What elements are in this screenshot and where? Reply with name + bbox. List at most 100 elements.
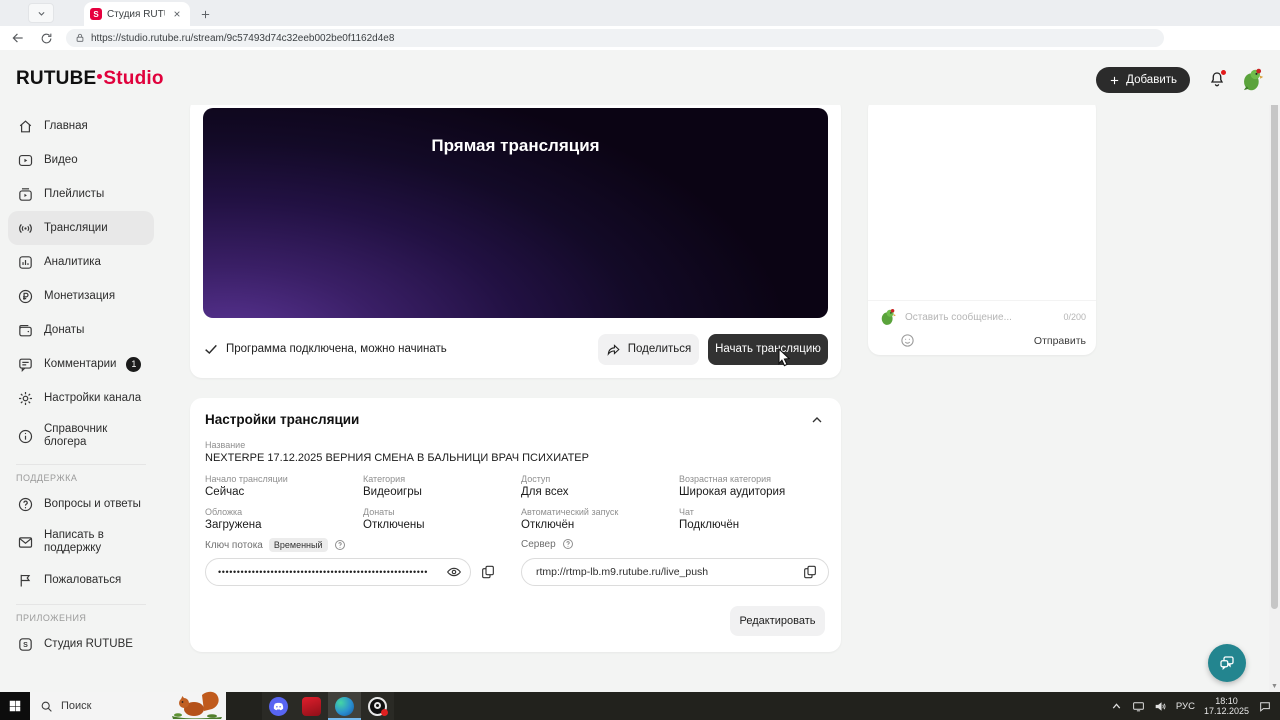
- settings-fields-grid: Начало трансляции Сейчас Категория Видеоиг…: [205, 474, 825, 531]
- url-field[interactable]: https://studio.rutube.ru/stream/9c57493d…: [66, 29, 1164, 47]
- settings-field: Категория Видеоигры: [363, 474, 521, 498]
- copy-key-icon[interactable]: [480, 564, 496, 580]
- notifications-button[interactable]: [1208, 69, 1228, 91]
- edge-browser-icon: [335, 696, 354, 716]
- sidebar-item-donations[interactable]: Донаты: [8, 313, 154, 347]
- channel-avatar[interactable]: [1239, 66, 1266, 93]
- send-message-button[interactable]: Отправить: [1034, 335, 1086, 347]
- sidebar-item-label: Монетизация: [44, 289, 116, 302]
- sidebar-item-studio-app[interactable]: S Студия RUTUBE: [8, 627, 154, 661]
- support-chat-fab[interactable]: [1208, 644, 1246, 682]
- page-scrollbar[interactable]: ▲ ▼: [1269, 50, 1280, 692]
- tab-actions-button[interactable]: [28, 3, 54, 23]
- sidebar-item-label: Видео: [44, 153, 78, 166]
- taskbar-app-discord[interactable]: [262, 692, 295, 720]
- refresh-button[interactable]: [36, 28, 56, 48]
- rutube-studio-logo[interactable]: RUTUBE Studio: [16, 68, 164, 90]
- search-placeholder: Поиск: [61, 700, 92, 712]
- sidebar-item-monetization[interactable]: Монетизация: [8, 279, 154, 313]
- server-field[interactable]: rtmp://rtmp-lb.m9.rutube.ru/live_push: [521, 558, 829, 586]
- field-label: Автоматический запуск: [521, 507, 619, 517]
- server-row: Сервер: [521, 538, 574, 550]
- taskbar-app-obs[interactable]: [361, 692, 394, 720]
- clock[interactable]: 18:10 17.12.2025: [1204, 696, 1249, 716]
- stream-status-row: Программа подключена, можно начинать Под…: [203, 333, 828, 365]
- field-label: Чат: [679, 507, 694, 517]
- field-label: Категория: [363, 474, 406, 484]
- sidebar-item-faq[interactable]: Вопросы и ответы: [8, 487, 154, 521]
- start-button[interactable]: [0, 692, 30, 720]
- check-icon: [203, 341, 219, 357]
- sidebar-item-blogger-guide[interactable]: Справочник блогера: [8, 415, 154, 457]
- sidebar-item-comments[interactable]: Комментарии 1: [8, 347, 154, 381]
- mail-icon: [16, 533, 34, 551]
- emoji-icon[interactable]: [900, 333, 915, 348]
- sidebar-section-apps: ПРИЛОЖЕНИЯ: [16, 613, 87, 623]
- volume-icon[interactable]: [1154, 700, 1167, 713]
- share-button[interactable]: Поделиться: [598, 333, 699, 365]
- help-icon[interactable]: [562, 538, 574, 550]
- scrollbar-thumb[interactable]: [1271, 64, 1278, 609]
- start-stream-label: Начать трансляцию: [715, 343, 821, 355]
- stream-key-masked-value: ••••••••••••••••••••••••••••••••••••••••…: [218, 567, 429, 577]
- stream-key-badge: Временный: [268, 538, 328, 552]
- sidebar-item-label: Плейлисты: [44, 187, 105, 200]
- taskbar-apps: [262, 692, 394, 720]
- sidebar-item-label: Комментарии: [44, 357, 117, 370]
- field-label: Доступ: [521, 474, 551, 484]
- sidebar-item-channel-settings[interactable]: Настройки канала: [8, 381, 154, 415]
- tab-close-icon[interactable]: [170, 7, 184, 21]
- taskbar-app-red[interactable]: [295, 692, 328, 720]
- settings-field: Автоматический запуск Отключён: [521, 507, 679, 531]
- field-label: Обложка: [205, 507, 243, 517]
- field-label: Донаты: [363, 507, 395, 517]
- language-indicator[interactable]: РУС: [1176, 701, 1195, 712]
- show-key-eye-icon[interactable]: [446, 564, 462, 580]
- gear-icon: [16, 389, 34, 407]
- action-center-icon[interactable]: [1258, 700, 1272, 713]
- start-stream-button[interactable]: Начать трансляцию: [708, 333, 828, 365]
- tab-strip: S Студия RUTUBE: [0, 0, 1280, 26]
- browser-tab[interactable]: S Студия RUTUBE: [84, 2, 190, 26]
- sidebar-item-analytics[interactable]: Аналитика: [8, 245, 154, 279]
- screen: S Студия RUTUBE https://studio.rutube.ru…: [0, 0, 1280, 720]
- taskbar-app-edge[interactable]: [328, 692, 361, 720]
- back-button[interactable]: [8, 28, 28, 48]
- copy-server-icon[interactable]: [802, 564, 818, 580]
- connection-status-text: Программа подключена, можно начинать: [226, 343, 447, 355]
- chat-message-input[interactable]: [905, 311, 1057, 323]
- sidebar-item-report[interactable]: Пожаловаться: [8, 563, 154, 597]
- search-highlight-squirrel[interactable]: [168, 689, 226, 719]
- stream-key-field[interactable]: ••••••••••••••••••••••••••••••••••••••••…: [205, 558, 471, 586]
- stream-name-value: NEXTERPE 17.12.2025 ВЕРНИЯ СМЕНА В БАЛЬН…: [205, 452, 589, 464]
- chat-actions-row: Отправить: [878, 333, 1086, 348]
- help-icon[interactable]: [334, 539, 346, 551]
- sidebar-item-playlists[interactable]: Плейлисты: [8, 177, 154, 211]
- edit-button[interactable]: Редактировать: [730, 606, 825, 636]
- field-value: Для всех: [521, 486, 569, 498]
- add-button[interactable]: Добавить: [1096, 67, 1190, 93]
- display-icon[interactable]: [1132, 700, 1145, 713]
- field-value: Отключён: [521, 519, 575, 531]
- scroll-down-arrow[interactable]: ▼: [1269, 680, 1280, 692]
- sidebar-item-videos[interactable]: Видео: [8, 143, 154, 177]
- sidebar-item-home[interactable]: Главная: [8, 109, 154, 143]
- field-label: Возрастная категория: [679, 474, 771, 484]
- new-tab-button[interactable]: [196, 5, 214, 23]
- settings-field: Чат Подключён: [679, 507, 837, 531]
- chevron-down-icon: [37, 11, 45, 16]
- stream-video-preview: Прямая трансляция: [203, 108, 828, 318]
- logo-rutube-text: RUTUBE: [16, 68, 97, 89]
- parrot-avatar-icon: [1244, 68, 1264, 91]
- comments-badge: 1: [126, 356, 142, 372]
- wallet-icon: [16, 321, 34, 339]
- sidebar-item-contact-support[interactable]: Написать в поддержку: [8, 521, 154, 563]
- tray-chevron-up-icon[interactable]: [1110, 700, 1123, 713]
- collapse-chevron-icon[interactable]: [809, 412, 825, 428]
- server-value: rtmp://rtmp-lb.m9.rutube.ru/live_push: [536, 566, 709, 578]
- chat-composer: 0/200 Отправить: [868, 300, 1096, 355]
- chat-panel: 0/200 Отправить: [868, 97, 1096, 355]
- logo-dot-icon: [97, 74, 103, 79]
- flag-icon: [16, 571, 34, 589]
- sidebar-item-streams[interactable]: Трансляции: [8, 211, 154, 245]
